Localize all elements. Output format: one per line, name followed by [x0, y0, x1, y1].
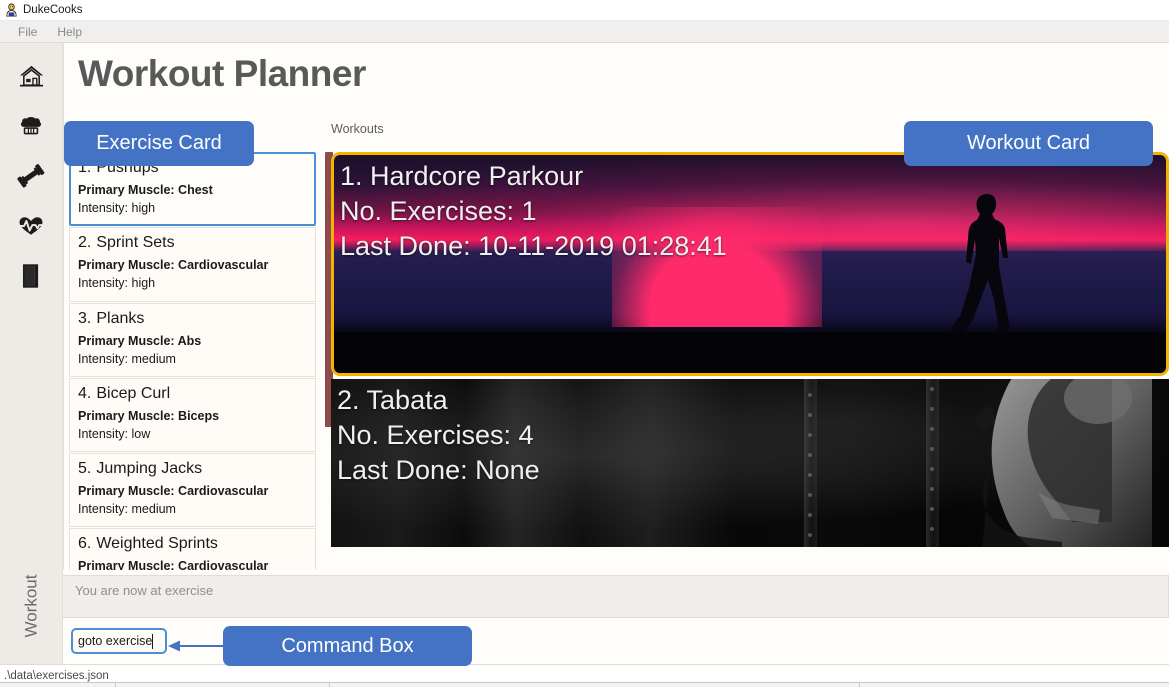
exercise-title: 6. Weighted Sprints	[78, 535, 307, 553]
exercise-intensity: Intensity: low	[78, 426, 151, 441]
exercise-index: 3.	[78, 309, 92, 327]
duke-mascot-icon	[4, 3, 19, 18]
command-input-value: goto exercise	[78, 634, 153, 648]
home-icon[interactable]	[9, 51, 53, 101]
exercise-index: 2.	[78, 234, 92, 252]
exercise-intensity: Intensity: medium	[78, 502, 176, 517]
exercise-title: 2. Sprint Sets	[78, 234, 307, 252]
workout-card[interactable]: 1. Hardcore Parkour No. Exercises: 1 Las…	[331, 152, 1169, 376]
taskbar-strip	[0, 682, 1169, 687]
exercise-list-panel: 1. Pushups Primary Muscle: Chest Intensity:…	[64, 105, 316, 570]
exercise-title: 4. Bicep Curl	[78, 385, 307, 403]
exercise-index: 4.	[78, 384, 92, 402]
exercise-intensity: Intensity: high	[78, 276, 156, 291]
exercise-primary-muscle: Primary Muscle: Abs	[78, 333, 202, 348]
exercise-list: 1. Pushups Primary Muscle: Chest Intensity:…	[69, 152, 316, 570]
workout-exercise-count: No. Exercises: 4	[337, 420, 534, 451]
workout-exercise-count: No. Exercises: 1	[340, 196, 537, 227]
status-file-path: .\data\exercises.json	[4, 670, 109, 682]
callout-exercise-card: Exercise Card	[64, 121, 254, 166]
result-display: You are now at exercise	[63, 575, 1169, 618]
taskbar-segment[interactable]	[329, 683, 860, 687]
heart-pulse-icon[interactable]	[9, 201, 53, 251]
chef-hat-icon[interactable]	[9, 101, 53, 151]
exercise-primary-muscle: Primary Muscle: Cardiovascular	[78, 484, 269, 498]
taskbar-segment[interactable]	[115, 683, 330, 687]
window-title: DukeCooks	[23, 4, 83, 16]
exercise-primary-muscle: Primary Muscle: Cardiovascular	[78, 258, 269, 273]
command-input[interactable]: goto exercise	[71, 628, 167, 654]
exercise-title: 3. Planks	[78, 310, 307, 328]
application-window: DukeCooks File Help Workout Workout Plan…	[0, 0, 1169, 687]
exercise-index: 5.	[78, 460, 92, 477]
callout-workout-card: Workout Card	[904, 121, 1153, 166]
exercise-card[interactable]: 2. Sprint Sets Primary Muscle: Cardiovascu…	[69, 227, 316, 302]
text-caret	[152, 633, 154, 649]
workout-card-text: 2. Tabata No. Exercises: 4 Last Done: No…	[331, 379, 1169, 488]
callout-arrow-icon	[168, 640, 224, 652]
exercise-primary-muscle: Primary Muscle: Biceps	[78, 408, 220, 423]
workout-last-done: Last Done: 10-11-2019 01:28:41	[340, 231, 727, 262]
workout-card-text: 1. Hardcore Parkour No. Exercises: 1 Las…	[334, 155, 1166, 264]
workout-list: 1. Hardcore Parkour No. Exercises: 1 Las…	[331, 152, 1169, 570]
workout-list-panel: Workouts 1. Hardcore Parkour No. Exercis…	[316, 105, 1169, 570]
exercise-primary-muscle: Primary Muscle: Cardiovascular	[78, 559, 269, 570]
menu-bar: File Help	[0, 21, 1169, 43]
menu-help[interactable]: Help	[47, 23, 92, 41]
exercise-intensity: Intensity: medium	[78, 351, 176, 366]
workout-last-done: Last Done: None	[337, 455, 540, 486]
callout-label: Exercise Card	[96, 132, 222, 154]
vertical-tab-label-text: Workout	[21, 574, 40, 637]
exercise-title: 5. Jumping Jacks	[78, 460, 307, 478]
exercise-intensity: Intensity: high	[78, 201, 156, 216]
book-icon[interactable]	[9, 251, 53, 301]
page-title: Workout Planner	[78, 53, 366, 94]
exercise-primary-muscle: Primary Muscle: Chest	[78, 183, 213, 197]
lists-region: 1. Pushups Primary Muscle: Chest Intensity:…	[63, 105, 1169, 570]
menu-file[interactable]: File	[8, 23, 47, 41]
callout-label: Command Box	[281, 634, 414, 657]
exercise-name: Bicep Curl	[96, 384, 171, 402]
exercise-card[interactable]: 6. Weighted Sprints Primary Muscle: Cardio…	[69, 528, 316, 570]
dumbbell-icon[interactable]	[9, 151, 53, 201]
result-display-text: You are now at exercise	[75, 583, 214, 598]
icon-rail: Workout	[0, 43, 63, 664]
page-header: Workout Planner	[63, 43, 1169, 105]
exercise-card[interactable]: 3. Planks Primary Muscle: Abs Intensity: me…	[69, 302, 316, 377]
exercise-name: Sprint Sets	[96, 234, 175, 252]
exercise-list-scroll-area[interactable]: 1. Pushups Primary Muscle: Chest Intensity:…	[64, 152, 316, 570]
exercise-name: Jumping Jacks	[96, 460, 203, 477]
taskbar-segment[interactable]	[0, 683, 116, 687]
exercise-name: Planks	[96, 309, 145, 327]
workout-card[interactable]: 2. Tabata No. Exercises: 4 Last Done: No…	[331, 379, 1169, 547]
workouts-label: Workouts	[331, 121, 384, 136]
callout-label: Workout Card	[966, 132, 1090, 154]
exercise-card[interactable]: 5. Jumping Jacks Primary Muscle: Cardiovas…	[69, 453, 316, 528]
exercise-card[interactable]: 4. Bicep Curl Primary Muscle: Biceps Intens…	[69, 377, 316, 452]
workout-title: 2. Tabata	[337, 385, 448, 415]
callout-command-box: Command Box	[223, 626, 472, 666]
title-bar: DukeCooks	[0, 0, 1169, 21]
vertical-tab-workout[interactable]: Workout	[18, 553, 44, 658]
exercise-index: 6.	[78, 535, 92, 553]
exercise-name: Weighted Sprints	[96, 535, 218, 553]
